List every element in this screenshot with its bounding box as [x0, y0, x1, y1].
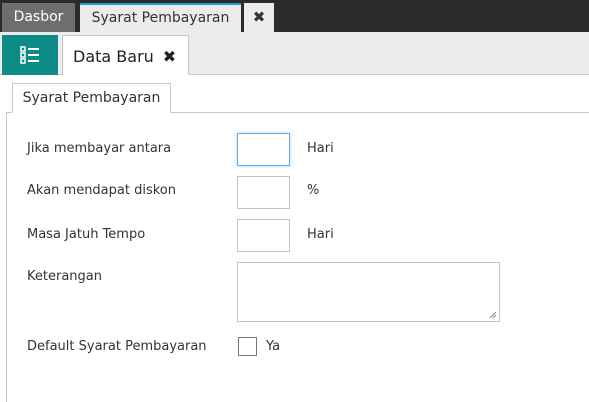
list-menu-button[interactable]: [2, 35, 58, 75]
pay-between-input[interactable]: [237, 133, 290, 166]
list-icon: [20, 46, 39, 64]
form-panel: [6, 113, 589, 402]
pay-between-unit: Hari: [307, 141, 334, 156]
due-label: Masa Jatuh Tempo: [27, 227, 146, 242]
default-label: Default Syarat Pembayaran: [27, 339, 207, 354]
due-input[interactable]: [237, 219, 290, 252]
tab-syarat-pembayaran-form[interactable]: Syarat Pembayaran: [12, 83, 171, 113]
top-tab-bar: Dasbor Syarat Pembayaran ✖: [0, 0, 589, 32]
close-tab-icon[interactable]: ✖: [244, 3, 274, 32]
resize-handle-icon[interactable]: [489, 311, 497, 319]
content-area: Syarat Pembayaran Jika membayar antara H…: [0, 75, 589, 402]
sub-tab-bar: Data Baru ✖: [0, 32, 589, 76]
tab-syarat-pembayaran[interactable]: Syarat Pembayaran: [80, 3, 241, 32]
notes-textarea[interactable]: [237, 262, 500, 322]
notes-label: Keterangan: [27, 269, 102, 284]
default-checkbox[interactable]: [238, 337, 257, 356]
tab-data-baru-label: Data Baru: [73, 46, 154, 66]
tab-data-baru[interactable]: Data Baru ✖: [62, 35, 189, 76]
discount-unit: %: [307, 183, 320, 198]
default-option-label: Ya: [266, 339, 281, 354]
due-unit: Hari: [307, 227, 334, 242]
discount-input[interactable]: [237, 176, 290, 209]
close-icon[interactable]: ✖: [163, 47, 176, 66]
discount-label: Akan mendapat diskon: [27, 183, 176, 198]
pay-between-label: Jika membayar antara: [27, 141, 172, 156]
tab-dasbor[interactable]: Dasbor: [2, 3, 75, 32]
